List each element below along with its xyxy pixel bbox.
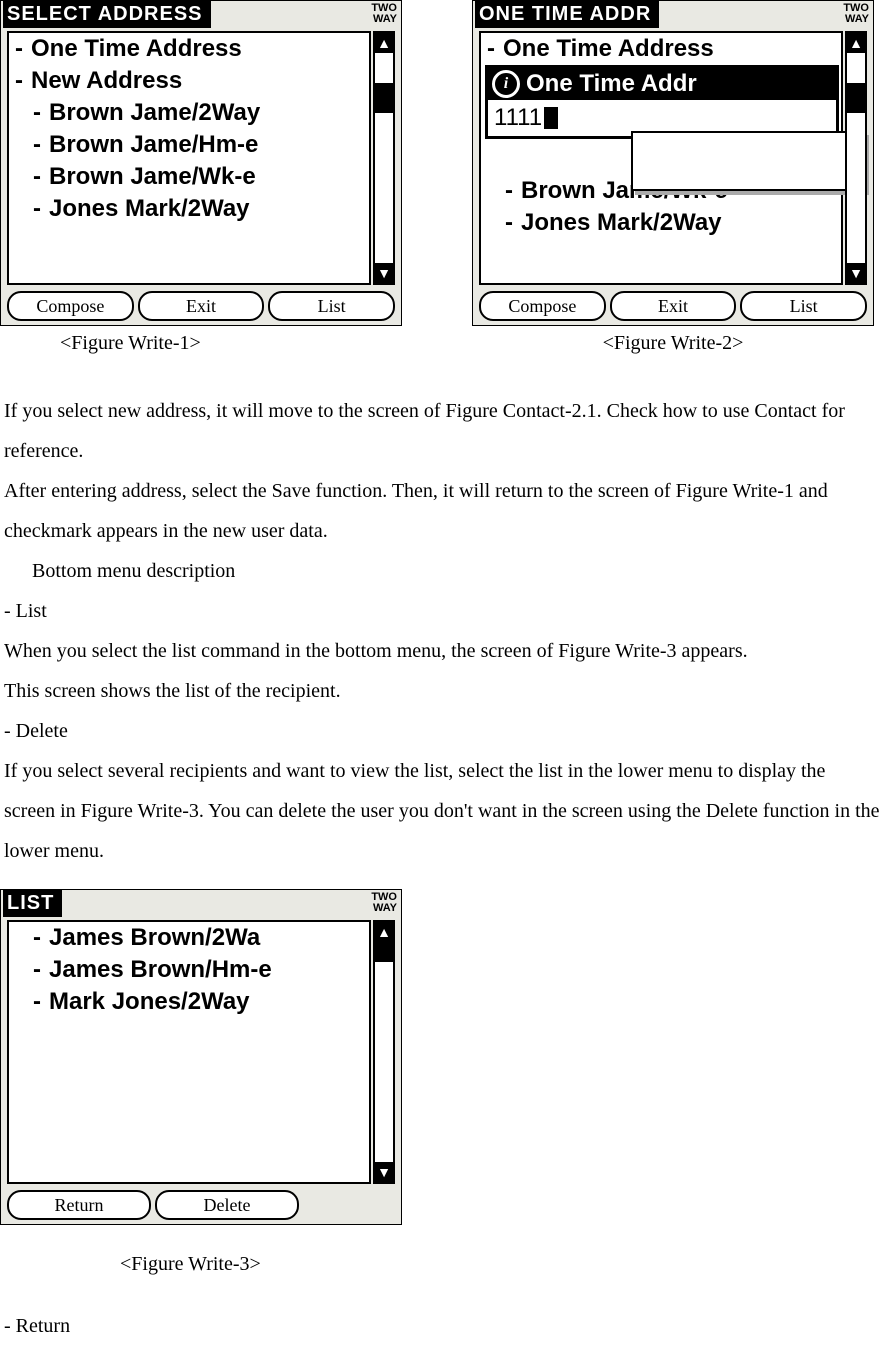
exit-button[interactable]: Exit: [610, 291, 737, 321]
bullet-icon: -: [33, 195, 41, 223]
two-way-indicator-icon: TWOWAY: [371, 890, 399, 914]
screen-title: ONE TIME ADDR: [475, 1, 659, 28]
body-text: If you select new address, it will move …: [0, 355, 884, 871]
scroll-down-icon[interactable]: ▼: [375, 1162, 393, 1182]
list-item[interactable]: -Brown Jame/Wk-e: [9, 161, 369, 193]
screen-title: SELECT ADDRESS: [3, 1, 211, 28]
paragraph: This screen shows the list of the recipi…: [4, 671, 880, 711]
scroll-up-icon[interactable]: ▲: [375, 922, 393, 942]
delete-button[interactable]: Delete: [155, 1190, 299, 1220]
list-item[interactable]: -Brown Jame/Hm-e: [9, 129, 369, 161]
two-way-indicator-icon: TWOWAY: [371, 1, 399, 25]
scroll-thumb[interactable]: [847, 83, 865, 113]
list-item[interactable]: -New Address: [9, 65, 369, 97]
two-way-indicator-icon: TWOWAY: [843, 1, 871, 25]
list-item[interactable]: -Brown Jame/2Way: [9, 97, 369, 129]
paragraph: - List: [4, 591, 880, 631]
bullet-icon: -: [505, 209, 513, 237]
paragraph: After entering address, select the Save …: [4, 471, 880, 551]
scrollbar[interactable]: ▲ ▼: [845, 31, 867, 285]
list-item[interactable]: -Jones Mark/2Way: [481, 207, 841, 239]
cursor-icon: [544, 107, 558, 129]
bullet-icon: -: [33, 163, 41, 191]
exit-button[interactable]: Exit: [138, 291, 265, 321]
bullet-icon: -: [33, 956, 41, 984]
screen-write-2: ONE TIME ADDR TWOWAY -One Time Address -…: [472, 0, 874, 326]
figure-caption: <Figure Write-3>: [0, 1225, 884, 1276]
scroll-up-icon[interactable]: ▲: [375, 33, 393, 53]
bullet-icon: -: [15, 35, 23, 63]
address-list[interactable]: -One Time Address -New Address -Brown Ja…: [7, 31, 371, 285]
recipient-list[interactable]: -James Brown/2Wa -James Brown/Hm-e -Mark…: [7, 920, 371, 1184]
paragraph: - Return: [4, 1306, 880, 1346]
bullet-icon: -: [15, 67, 23, 95]
list-item[interactable]: -One Time Address: [481, 33, 841, 65]
paragraph: - Delete: [4, 711, 880, 751]
list-item[interactable]: -James Brown/2Wa: [9, 922, 369, 954]
screen-title: LIST: [3, 890, 62, 917]
scroll-down-icon[interactable]: ▼: [847, 263, 865, 283]
list-item[interactable]: -One Time Address: [9, 33, 369, 65]
bullet-icon: -: [33, 99, 41, 127]
bullet-icon: -: [505, 177, 513, 205]
scrollbar[interactable]: ▲ ▼: [373, 920, 395, 1184]
bullet-icon: -: [33, 131, 41, 159]
screen-write-1: SELECT ADDRESS TWOWAY -One Time Address …: [0, 0, 402, 326]
bullet-icon: -: [487, 35, 495, 63]
figure-caption: <Figure Write-1>: [0, 326, 402, 355]
one-time-addr-popup: i One Time Addr 1111: [485, 65, 839, 139]
body-text: - Return: [0, 1276, 884, 1346]
scroll-up-icon[interactable]: ▲: [847, 33, 865, 53]
list-button[interactable]: List: [268, 291, 395, 321]
compose-button[interactable]: Compose: [479, 291, 606, 321]
paragraph: If you select new address, it will move …: [4, 391, 880, 471]
list-button[interactable]: List: [740, 291, 867, 321]
list-item[interactable]: -Jones Mark/2Way: [9, 193, 369, 225]
list-item[interactable]: -Mark Jones/2Way: [9, 986, 369, 1018]
paragraph: If you select several recipients and wan…: [4, 751, 880, 871]
info-icon: i: [492, 70, 520, 98]
scroll-down-icon[interactable]: ▼: [375, 263, 393, 283]
scrollbar[interactable]: ▲ ▼: [373, 31, 395, 285]
figure-caption: <Figure Write-2>: [472, 326, 874, 355]
bullet-icon: -: [33, 924, 41, 952]
overlay-patch: [631, 131, 865, 191]
return-button[interactable]: Return: [7, 1190, 151, 1220]
screen-write-3: LIST TWOWAY -James Brown/2Wa -James Brow…: [0, 889, 402, 1225]
paragraph: When you select the list command in the …: [4, 631, 880, 671]
compose-button[interactable]: Compose: [7, 291, 134, 321]
popup-title-text: One Time Addr: [526, 70, 697, 98]
bullet-icon: -: [33, 988, 41, 1016]
paragraph: Bottom menu description: [4, 551, 880, 591]
scroll-thumb[interactable]: [375, 83, 393, 113]
list-item[interactable]: -James Brown/Hm-e: [9, 954, 369, 986]
scroll-thumb[interactable]: [375, 942, 393, 962]
